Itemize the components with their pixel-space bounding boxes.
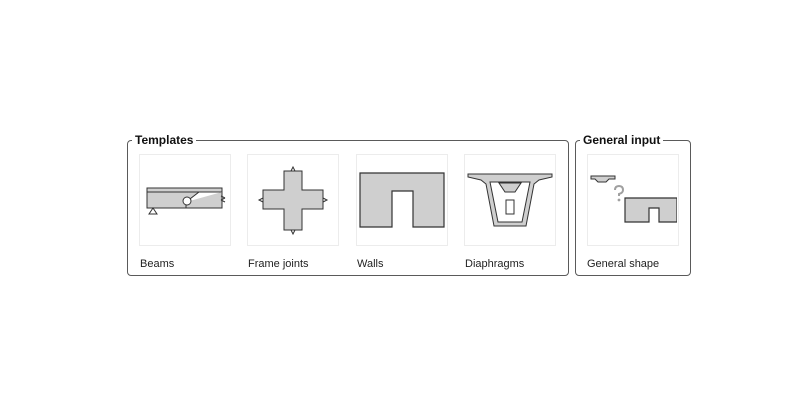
walls-template-button[interactable] <box>356 154 448 246</box>
frame-joints-template-button[interactable] <box>247 154 339 246</box>
beam-icon <box>146 187 226 215</box>
beams-label: Beams <box>140 258 175 270</box>
general-input-group-title: General input <box>580 132 664 148</box>
beams-template-button[interactable] <box>139 154 231 246</box>
diaphragms-template-button[interactable] <box>464 154 556 246</box>
frame-joint-icon <box>257 165 329 236</box>
general-shape-label: General shape <box>587 258 660 270</box>
frame-joints-label: Frame joints <box>248 258 309 270</box>
general-shape-icon <box>590 175 677 223</box>
wall-icon <box>359 172 445 228</box>
diaphragm-icon <box>467 173 553 227</box>
walls-label: Walls <box>357 258 384 270</box>
templates-group-title: Templates <box>132 132 197 148</box>
diaphragms-label: Diaphragms <box>465 258 525 270</box>
general-shape-button[interactable] <box>587 154 679 246</box>
